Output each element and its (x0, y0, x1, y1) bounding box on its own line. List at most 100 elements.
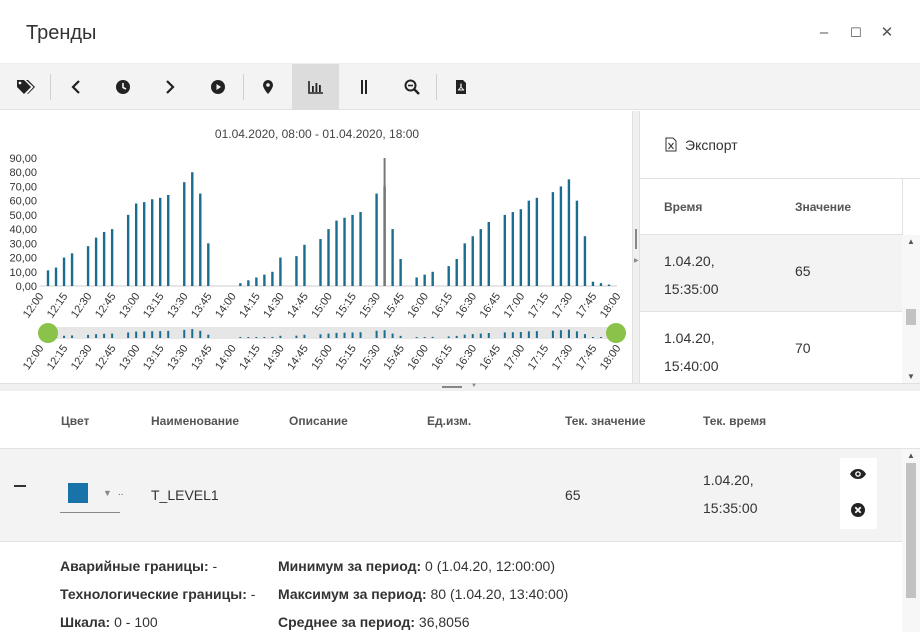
horizontal-splitter[interactable]: ▼ (0, 383, 920, 391)
x-tick-label: 16:00 (406, 291, 432, 320)
chart-bar (375, 193, 378, 286)
alarm-limits: Аварийные границы: - (60, 558, 217, 574)
chart-bar (263, 274, 266, 286)
window-header: Тренды – ☐ ✕ (0, 0, 920, 64)
chart-bar (575, 200, 579, 286)
navigator-bar (487, 333, 490, 338)
clock-icon[interactable] (99, 64, 146, 110)
tag-row[interactable]: ▼ .. T_LEVEL1 65 1.04.20, 15:35:00 (0, 449, 902, 542)
collapse-icon[interactable] (14, 485, 26, 487)
navigator-tick-label: 16:00 (406, 343, 432, 372)
remove-icon[interactable] (850, 502, 866, 518)
more-dots-icon: .. (118, 487, 124, 498)
navigator-bar (239, 337, 242, 338)
navigator-bar (519, 332, 522, 338)
color-picker[interactable]: ▼ .. (60, 479, 124, 513)
chart-bar (239, 283, 242, 286)
navigator-handle-left[interactable] (38, 323, 58, 343)
col-current-value: Тек. значение (565, 414, 646, 428)
tag-current-time: 1.04.20, 15:35:00 (703, 466, 758, 522)
navigator-tick-label: 15:15 (333, 343, 359, 372)
x-tick-label: 12:45 (93, 291, 119, 320)
x-tick-label: 17:45 (574, 291, 600, 320)
x-tick-label: 14:00 (213, 291, 239, 320)
header-divider (902, 179, 903, 235)
navigator-bar (303, 334, 306, 338)
y-tick-label: 40,00 (9, 224, 37, 236)
chart-bar (463, 243, 466, 286)
navigator-tick-label: 13:00 (117, 343, 143, 372)
x-tick-label: 17:00 (502, 291, 528, 320)
chart-bar (255, 277, 258, 286)
vertical-splitter[interactable]: ▶ (632, 111, 640, 383)
navigator-bar (183, 329, 186, 338)
next-icon[interactable] (146, 64, 193, 110)
play-icon[interactable] (194, 64, 241, 110)
navigator-bar (567, 329, 570, 338)
navigator-bar (383, 330, 386, 338)
navigator-handle-right[interactable] (606, 323, 626, 343)
chart-bar (102, 231, 106, 286)
marker-icon[interactable] (244, 64, 291, 110)
period-max-value: 80 (1.04.20, 13:40:00) (430, 586, 569, 602)
navigator-bar (599, 337, 602, 338)
tech-limits: Технологические границы: - (60, 586, 255, 602)
history-scrollbar[interactable]: ▲ ▼ (902, 235, 920, 383)
navigator-tick-label: 13:30 (165, 343, 191, 372)
chart-bar (54, 267, 58, 286)
tags-scrollbar[interactable]: ▲ (902, 449, 920, 632)
chart-bar (535, 197, 539, 286)
trend-chart[interactable]: 01.04.2020, 08:00 - 01.04.2020, 18:00 0,0… (0, 111, 632, 383)
history-value: 65 (795, 263, 811, 279)
scale-label: Шкала: (60, 614, 111, 630)
history-row[interactable]: 1.04.20, 15:40:00 70 (640, 312, 902, 389)
tags-table-header: Цвет Наименование Описание Ед.изм. Тек. … (0, 391, 920, 449)
pdf-icon[interactable] (437, 64, 484, 110)
toolbar (0, 64, 920, 110)
col-time: Время (664, 200, 703, 214)
eye-icon[interactable] (849, 468, 867, 480)
x-tick-label: 13:00 (117, 291, 143, 320)
export-button[interactable]: Экспорт (640, 111, 920, 179)
bar-chart-icon[interactable] (292, 64, 339, 110)
chart-bar (399, 258, 402, 286)
period-avg-label: Среднее за период: (278, 614, 416, 630)
y-tick-label: 10,00 (9, 267, 37, 279)
x-tick-label: 17:30 (550, 291, 576, 320)
x-tick-label: 18:00 (598, 291, 624, 320)
cursor-lines-icon[interactable] (340, 64, 387, 110)
period-max: Максимум за период: 80 (1.04.20, 13:40:0… (278, 586, 568, 602)
scroll-thumb[interactable] (906, 463, 916, 598)
scroll-up-icon[interactable]: ▲ (907, 237, 915, 246)
tags-icon[interactable] (2, 64, 49, 110)
chart-bar (583, 236, 587, 286)
chart-svg[interactable]: 01.04.2020, 08:00 - 01.04.2020, 18:00 0,0… (0, 111, 632, 383)
chart-bar (126, 214, 130, 286)
navigator-tick-label: 12:15 (45, 343, 71, 372)
chart-bar (110, 229, 114, 286)
history-row[interactable]: 1.04.20, 15:35:00 65 (640, 235, 902, 312)
scroll-thumb[interactable] (906, 309, 916, 325)
x-tick-label: 15:00 (309, 291, 335, 320)
scale: Шкала: 0 - 100 (60, 614, 158, 630)
scroll-up-icon[interactable]: ▲ (907, 451, 915, 460)
navigator-bar (127, 332, 130, 338)
scroll-down-icon[interactable]: ▼ (907, 372, 915, 381)
navigator-bar (391, 333, 394, 338)
values-panel: Экспорт Время Значение 1.04.20, 15:35:00… (640, 111, 920, 389)
y-tick-label: 20,00 (9, 253, 37, 265)
navigator-bar (103, 333, 106, 338)
navigator-bar (143, 331, 146, 338)
navigator-bar (471, 334, 474, 338)
chart-bar (207, 243, 210, 286)
zoom-out-icon[interactable] (388, 64, 435, 110)
navigator-tick-label: 18:00 (598, 343, 624, 372)
minimize-button[interactable]: – (815, 24, 833, 42)
navigator-bar (551, 330, 554, 338)
navigator-bar (295, 335, 298, 338)
tech-limits-label: Технологические границы: (60, 586, 247, 602)
prev-icon[interactable] (52, 64, 99, 110)
close-button[interactable]: ✕ (878, 24, 896, 42)
navigator-bar (343, 332, 346, 338)
maximize-button[interactable]: ☐ (847, 24, 865, 42)
